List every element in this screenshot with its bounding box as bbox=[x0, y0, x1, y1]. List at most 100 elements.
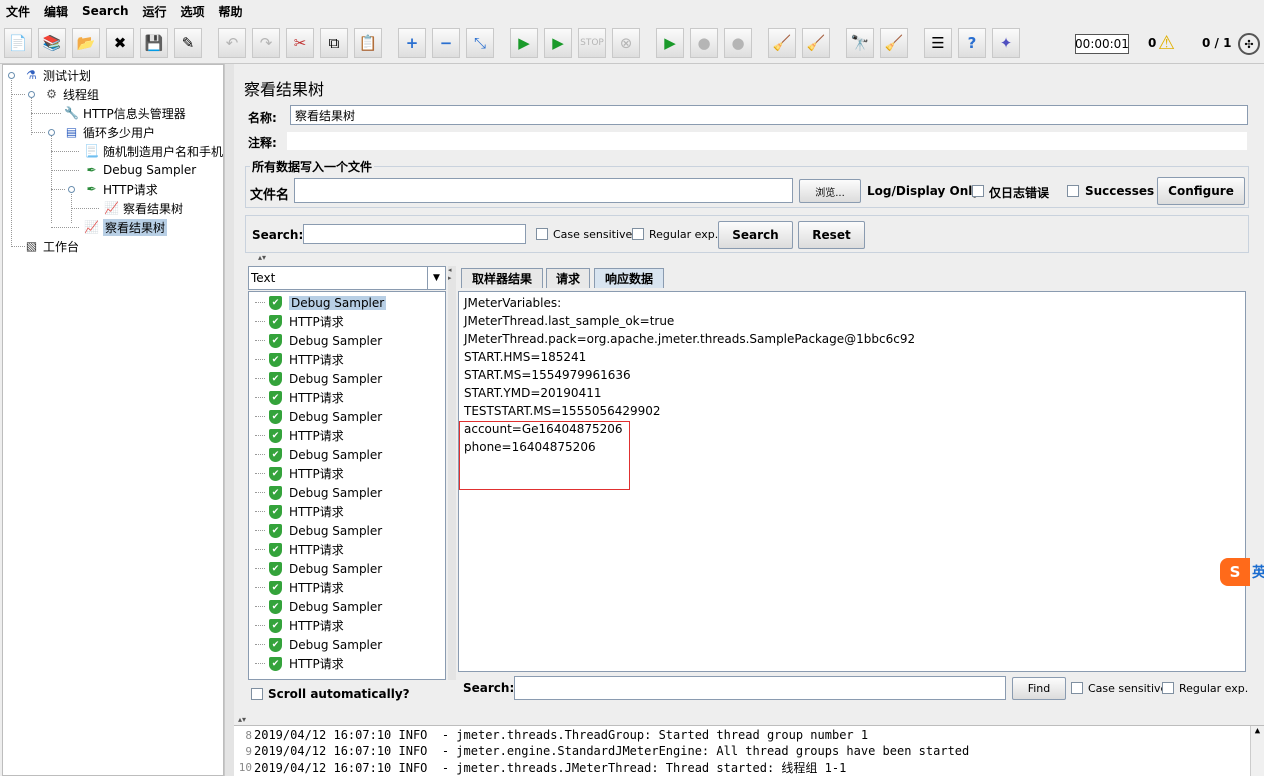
remote-stop-icon[interactable]: ● bbox=[690, 28, 718, 58]
clear-icon[interactable]: 🧹 bbox=[768, 28, 796, 58]
tree-node-preprocessor[interactable]: 📃 随机制造用户名和手机 bbox=[83, 142, 223, 160]
redo-icon[interactable]: ↷ bbox=[252, 28, 280, 58]
tree-node-thread-group[interactable]: ⚙ 线程组 bbox=[43, 85, 99, 103]
toggle-icon[interactable]: ⤡ bbox=[466, 28, 494, 58]
paste-icon[interactable]: 📋 bbox=[354, 28, 382, 58]
menu-file[interactable]: 文件 bbox=[6, 3, 30, 20]
save-as-icon[interactable]: ✎ bbox=[174, 28, 202, 58]
list-item[interactable]: ✔ Debug Sampler bbox=[255, 483, 382, 502]
list-item[interactable]: ✔ HTTP请求 bbox=[255, 388, 344, 407]
comment-field[interactable] bbox=[286, 131, 1248, 151]
tree-node-results-tree[interactable]: 📈 察看结果树 bbox=[103, 199, 183, 217]
collapse-arrows-icon[interactable]: ▴▾ bbox=[238, 715, 246, 724]
warning-icon[interactable]: ⚠ bbox=[1158, 32, 1175, 54]
tree-toggle[interactable] bbox=[28, 91, 35, 98]
renderer-select[interactable]: Text ▼ bbox=[248, 266, 446, 290]
function-helper-icon[interactable]: ☰ bbox=[924, 28, 952, 58]
name-field[interactable]: 察看结果树 bbox=[290, 105, 1248, 125]
case-sensitive-checkbox[interactable] bbox=[536, 228, 548, 240]
tab-sampler-result[interactable]: 取样器结果 bbox=[461, 268, 543, 288]
list-item[interactable]: ✔ HTTP请求 bbox=[255, 350, 344, 369]
find-case-sensitive-checkbox[interactable] bbox=[1071, 682, 1083, 694]
cut-icon[interactable]: ✂ bbox=[286, 28, 314, 58]
list-item[interactable]: ✔ Debug Sampler bbox=[255, 559, 382, 578]
tree-node-results-tree-selected[interactable]: 📈 察看结果树 bbox=[83, 218, 168, 236]
tree-node-debug-sampler[interactable]: ✒ Debug Sampler bbox=[83, 161, 196, 179]
tab-response-data[interactable]: 响应数据 bbox=[594, 268, 664, 288]
tree-node-http-request[interactable]: ✒ HTTP请求 bbox=[83, 180, 157, 198]
reset-button[interactable]: Reset bbox=[798, 221, 865, 249]
list-item[interactable]: ✔ Debug Sampler bbox=[255, 635, 382, 654]
start-no-pauses-icon[interactable]: ▶ bbox=[544, 28, 572, 58]
list-item[interactable]: ✔ HTTP请求 bbox=[255, 312, 344, 331]
list-item[interactable]: ✔ Debug Sampler bbox=[255, 521, 382, 540]
list-item[interactable]: ✔ HTTP请求 bbox=[255, 654, 344, 673]
open-icon[interactable]: 📂 bbox=[72, 28, 100, 58]
tree-node-test-plan[interactable]: ⚗ 测试计划 bbox=[23, 66, 91, 84]
list-item[interactable]: ✔ HTTP请求 bbox=[255, 540, 344, 559]
chevron-down-icon[interactable]: ▼ bbox=[427, 267, 445, 289]
tree-node-workbench[interactable]: ▧ 工作台 bbox=[23, 237, 79, 255]
log-panel[interactable]: ▲ 8 2019/04/12 16:07:10 INFO - jmeter.thr… bbox=[234, 725, 1264, 776]
list-item[interactable]: ✔ HTTP请求 bbox=[255, 426, 344, 445]
list-item[interactable]: ✔ HTTP请求 bbox=[255, 502, 344, 521]
search-input[interactable] bbox=[303, 224, 526, 244]
clear-all-icon[interactable]: 🧹 bbox=[802, 28, 830, 58]
list-item[interactable]: ✔ HTTP请求 bbox=[255, 616, 344, 635]
list-item[interactable]: ✔ Debug Sampler bbox=[255, 369, 382, 388]
log-scrollbar[interactable]: ▲ bbox=[1250, 726, 1264, 776]
undo-icon[interactable]: ↶ bbox=[218, 28, 246, 58]
tree-node-loop-controller[interactable]: ▤ 循环多少用户 bbox=[63, 123, 155, 141]
configure-button[interactable]: Configure bbox=[1157, 177, 1245, 205]
expand-icon[interactable]: + bbox=[398, 28, 426, 58]
remote-start-icon[interactable]: ▶ bbox=[656, 28, 684, 58]
menu-help[interactable]: 帮助 bbox=[219, 3, 243, 20]
filename-input[interactable] bbox=[294, 178, 793, 203]
shutdown-icon[interactable]: ⊗ bbox=[612, 28, 640, 58]
browse-button[interactable]: 浏览... bbox=[799, 179, 861, 203]
menu-search[interactable]: Search bbox=[82, 4, 128, 18]
stop-icon[interactable]: STOP bbox=[578, 28, 606, 58]
remote-shutdown-icon[interactable]: ● bbox=[724, 28, 752, 58]
list-item[interactable]: ✔ Debug Sampler bbox=[255, 597, 382, 616]
regex-checkbox[interactable] bbox=[632, 228, 644, 240]
new-icon[interactable]: 📄 bbox=[4, 28, 32, 58]
tree-toggle[interactable] bbox=[68, 186, 75, 193]
errors-only-checkbox[interactable] bbox=[972, 185, 984, 197]
log-viewer-icon[interactable]: ✦ bbox=[992, 28, 1020, 58]
copy-icon[interactable]: ⧉ bbox=[320, 28, 348, 58]
search-button[interactable]: Search bbox=[718, 221, 793, 249]
successes-checkbox[interactable] bbox=[1067, 185, 1079, 197]
list-item[interactable]: ✔ HTTP请求 bbox=[255, 464, 344, 483]
list-item[interactable]: ✔ Debug Sampler bbox=[255, 407, 382, 426]
tree-node-header-manager[interactable]: 🔧 HTTP信息头管理器 bbox=[63, 104, 186, 122]
find-button[interactable]: Find bbox=[1012, 677, 1066, 700]
tab-request[interactable]: 请求 bbox=[546, 268, 590, 288]
find-input[interactable] bbox=[514, 676, 1006, 700]
tree-toggle[interactable] bbox=[48, 129, 55, 136]
help-icon[interactable]: ? bbox=[958, 28, 986, 58]
reset-search-icon[interactable]: 🧹 bbox=[880, 28, 908, 58]
list-item[interactable]: ✔ Debug Sampler bbox=[255, 331, 382, 350]
menu-run[interactable]: 运行 bbox=[142, 3, 166, 20]
templates-icon[interactable]: 📚 bbox=[38, 28, 66, 58]
list-item[interactable]: ✔ HTTP请求 bbox=[255, 578, 344, 597]
save-icon[interactable]: 💾 bbox=[140, 28, 168, 58]
search-icon[interactable]: 🔭 bbox=[846, 28, 874, 58]
vertical-split-divider[interactable]: ◂ ▸ bbox=[448, 266, 456, 680]
remote-status-icon[interactable]: ✣ bbox=[1238, 33, 1260, 55]
menu-edit[interactable]: 编辑 bbox=[44, 3, 68, 20]
scroll-auto-checkbox[interactable] bbox=[251, 688, 263, 700]
collapse-icon[interactable]: − bbox=[432, 28, 460, 58]
find-regex-checkbox[interactable] bbox=[1162, 682, 1174, 694]
close-file-icon[interactable]: ✖ bbox=[106, 28, 134, 58]
collapse-arrows-icon[interactable]: ▴▾ bbox=[258, 253, 266, 262]
sogou-ime-icon[interactable]: S bbox=[1220, 558, 1250, 586]
split-pane-divider[interactable] bbox=[224, 64, 234, 776]
start-icon[interactable]: ▶ bbox=[510, 28, 538, 58]
list-item[interactable]: ✔ Debug Sampler bbox=[255, 445, 382, 464]
menu-options[interactable]: 选项 bbox=[181, 3, 205, 20]
ime-mode-indicator[interactable]: 英 bbox=[1252, 562, 1264, 582]
list-item[interactable]: ✔ Debug Sampler bbox=[255, 293, 387, 312]
response-data-area[interactable]: JMeterVariables: JMeterThread.last_sample… bbox=[458, 291, 1246, 672]
